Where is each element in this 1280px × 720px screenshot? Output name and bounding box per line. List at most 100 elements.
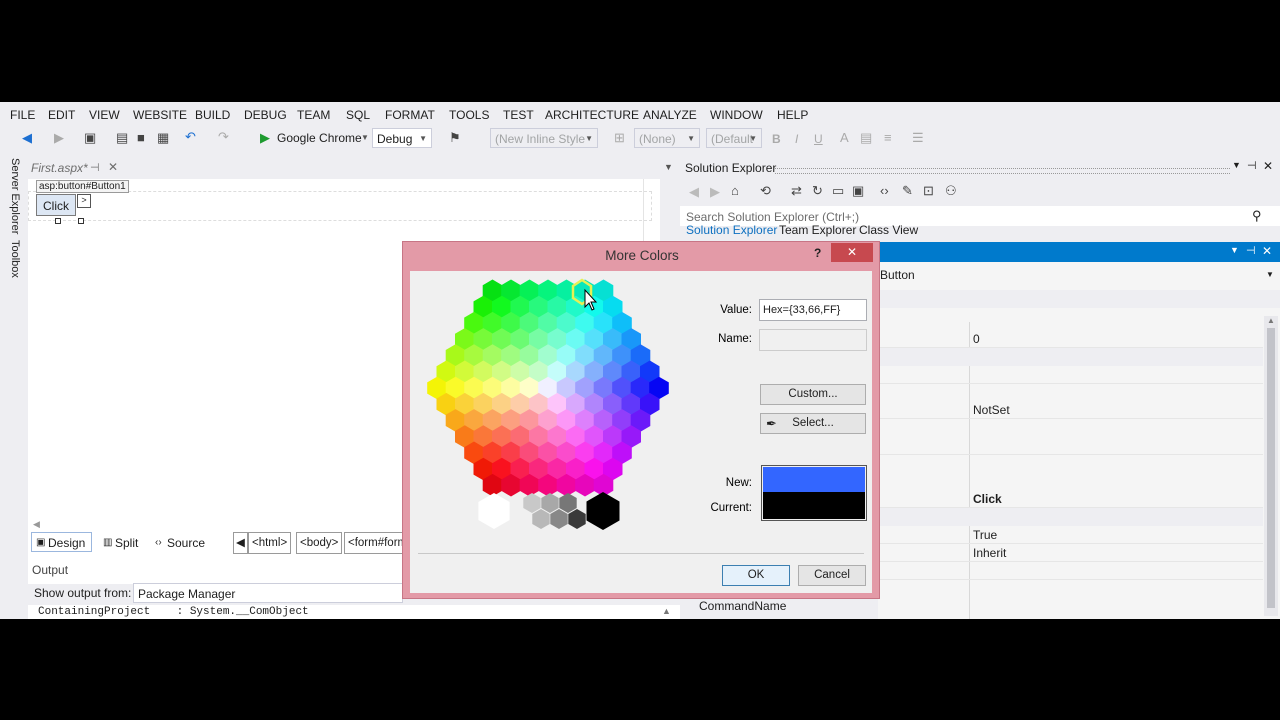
open-file-icon[interactable]: ▤: [116, 131, 128, 145]
solution-configuration-select[interactable]: Debug ▼: [372, 128, 432, 148]
pin-icon[interactable]: ⊣: [1246, 244, 1256, 257]
menu-help[interactable]: HELP: [777, 108, 808, 122]
view-code-icon[interactable]: ‹›: [880, 184, 889, 198]
align-icon[interactable]: ≡: [884, 131, 892, 145]
color-hex-cell[interactable]: [541, 493, 559, 513]
scrollbar-thumb[interactable]: [1267, 328, 1275, 608]
color-hex-cell[interactable]: [586, 492, 620, 530]
menu-file[interactable]: FILE: [10, 108, 35, 122]
document-tab[interactable]: First.aspx* ⊣ ✕: [28, 159, 122, 177]
scroll-up-icon[interactable]: ▲: [1267, 316, 1275, 325]
close-icon[interactable]: ✕: [1262, 244, 1272, 258]
color-hex-cell[interactable]: [523, 493, 541, 513]
resize-handle[interactable]: [78, 218, 84, 224]
smart-tag-button[interactable]: >: [77, 194, 91, 208]
menu-architecture[interactable]: ARCHITECTURE: [545, 108, 639, 122]
cancel-button[interactable]: Cancel: [798, 565, 866, 586]
color-hex-cell[interactable]: [550, 509, 568, 529]
forward-icon[interactable]: ▶: [54, 131, 64, 145]
help-button[interactable]: ?: [814, 246, 821, 260]
scroll-up-icon[interactable]: ▲: [662, 606, 671, 616]
properties-icon[interactable]: ✎: [902, 184, 913, 198]
class-select[interactable]: (None) ▼: [634, 128, 700, 148]
search-icon[interactable]: ⚲: [1252, 208, 1262, 224]
property-value[interactable]: True: [973, 528, 997, 542]
tab-source[interactable]: ‹› Source: [150, 532, 212, 552]
close-icon[interactable]: ✕: [1263, 159, 1273, 173]
menu-format[interactable]: FORMAT: [385, 108, 435, 122]
pin-icon[interactable]: ⊣: [90, 161, 100, 174]
custom-button[interactable]: Custom...: [760, 384, 866, 405]
ok-button[interactable]: OK: [722, 565, 790, 586]
tab-solution-explorer[interactable]: Solution Explorer: [686, 223, 777, 237]
run-target[interactable]: Google Chrome: [277, 131, 362, 145]
collapse-all-icon[interactable]: ▭: [832, 184, 844, 198]
breadcrumb-back-icon[interactable]: ◀: [233, 532, 248, 554]
menu-view[interactable]: VIEW: [89, 108, 120, 122]
sync-icon[interactable]: ⟲: [760, 184, 771, 198]
name-field[interactable]: [759, 329, 867, 351]
forward-icon[interactable]: ▶: [710, 185, 720, 199]
preview-icon[interactable]: ⊡: [923, 184, 934, 198]
tab-class-view[interactable]: Class View: [859, 223, 918, 237]
style-application-icon[interactable]: ⊞: [614, 131, 625, 145]
close-icon[interactable]: ✕: [108, 160, 118, 174]
font-name-select[interactable]: (Default ▼: [706, 128, 762, 148]
bullets-icon[interactable]: ☰: [912, 131, 924, 145]
dialog-close-button[interactable]: ✕: [831, 243, 873, 262]
save-icon[interactable]: ■: [137, 131, 145, 145]
background-color-icon[interactable]: ▤: [860, 131, 872, 145]
menu-tools[interactable]: TOOLS: [449, 108, 489, 122]
class-diagram-icon[interactable]: ⚇: [945, 184, 957, 198]
menu-sql[interactable]: SQL: [346, 108, 370, 122]
chevron-down-icon[interactable]: ▼: [1232, 160, 1241, 170]
chevron-down-icon[interactable]: ▼: [1230, 245, 1239, 255]
show-all-files-icon[interactable]: ▣: [852, 184, 864, 198]
value-field[interactable]: Hex={33,66,FF}: [759, 299, 867, 321]
italic-button[interactable]: I: [795, 132, 798, 146]
menu-team[interactable]: TEAM: [297, 108, 330, 122]
pin-icon[interactable]: ⊣: [1247, 159, 1257, 172]
refresh-icon[interactable]: ↻: [812, 184, 823, 198]
color-hex-cell[interactable]: [478, 493, 510, 529]
property-value[interactable]: Inherit: [973, 546, 1006, 560]
scroll-left-icon[interactable]: ◀: [33, 519, 40, 530]
browser-link-icon[interactable]: ⚑: [449, 131, 461, 145]
click-button[interactable]: Click: [36, 194, 76, 216]
menu-build[interactable]: BUILD: [195, 108, 230, 122]
output-text-area[interactable]: ContainingProject : System.__ComObject ▲: [28, 605, 680, 619]
property-value[interactable]: NotSet: [973, 403, 1010, 417]
select-button[interactable]: ✒ Select...: [760, 413, 866, 434]
properties-object-name[interactable]: Button: [880, 268, 915, 282]
color-hex-cell[interactable]: [532, 509, 550, 529]
color-hex-cell[interactable]: [559, 493, 577, 513]
new-project-icon[interactable]: ▣: [84, 131, 96, 145]
resize-handle[interactable]: [55, 218, 61, 224]
menu-analyze[interactable]: ANALYZE: [643, 108, 697, 122]
property-value[interactable]: Click: [973, 492, 1002, 506]
foreground-color-icon[interactable]: A: [840, 131, 849, 145]
menu-debug[interactable]: DEBUG: [244, 108, 287, 122]
color-hex-cell[interactable]: [568, 509, 586, 529]
bold-button[interactable]: B: [772, 132, 781, 146]
start-debugging-icon[interactable]: ▶: [260, 131, 270, 145]
breadcrumb-body[interactable]: <body>: [296, 532, 343, 554]
home-icon[interactable]: ⌂: [731, 184, 739, 198]
menu-edit[interactable]: EDIT: [48, 108, 75, 122]
tab-design[interactable]: ▣ Design: [31, 532, 93, 552]
chevron-down-icon[interactable]: ▼: [1266, 270, 1274, 279]
pending-changes-icon[interactable]: ⇄: [791, 184, 802, 198]
menu-window[interactable]: WINDOW: [710, 108, 763, 122]
undo-icon[interactable]: ↶: [185, 130, 196, 144]
chevron-down-icon[interactable]: ▼: [361, 133, 369, 142]
redo-icon[interactable]: ↷: [218, 130, 229, 144]
properties-scrollbar[interactable]: ▲: [1264, 316, 1278, 616]
toolbox-tab[interactable]: Toolbox: [3, 240, 21, 278]
menu-test[interactable]: TEST: [503, 108, 534, 122]
tab-team-explorer[interactable]: Team Explorer: [779, 223, 856, 237]
property-value[interactable]: 0: [973, 332, 980, 346]
breadcrumb-html[interactable]: <html>: [248, 532, 292, 554]
tab-split[interactable]: ▥ Split: [98, 532, 145, 552]
target-rule-select[interactable]: (New Inline Style ▼: [490, 128, 598, 148]
back-icon[interactable]: ◀: [689, 185, 699, 199]
